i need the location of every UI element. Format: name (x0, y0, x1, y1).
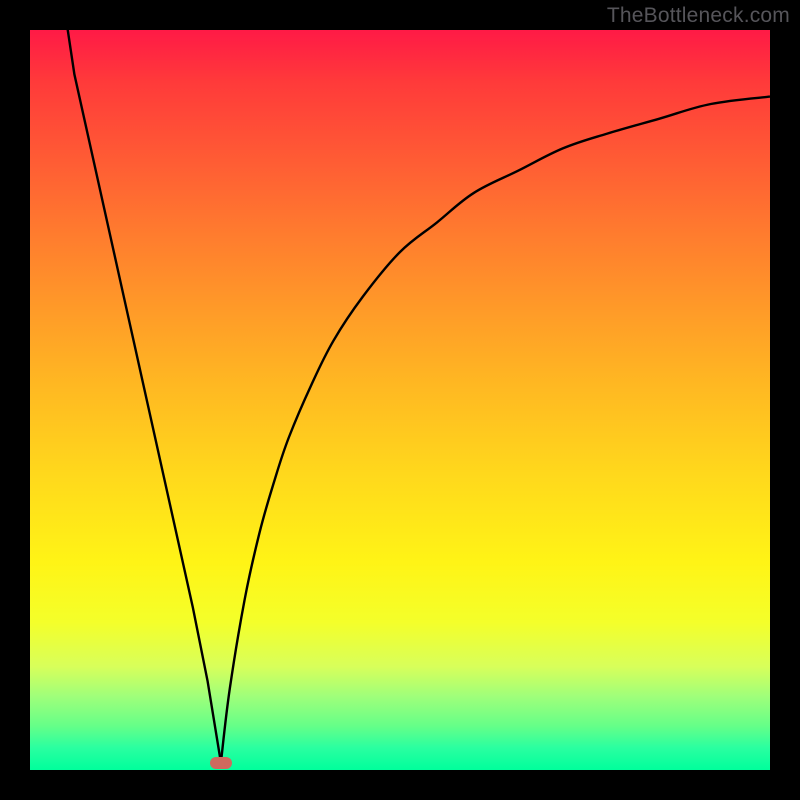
minimum-marker (210, 757, 232, 769)
curve-svg (30, 30, 770, 770)
curve-right-branch (221, 97, 770, 763)
curve-left-branch (63, 30, 221, 763)
chart-frame (30, 30, 770, 770)
watermark-text: TheBottleneck.com (607, 4, 790, 28)
